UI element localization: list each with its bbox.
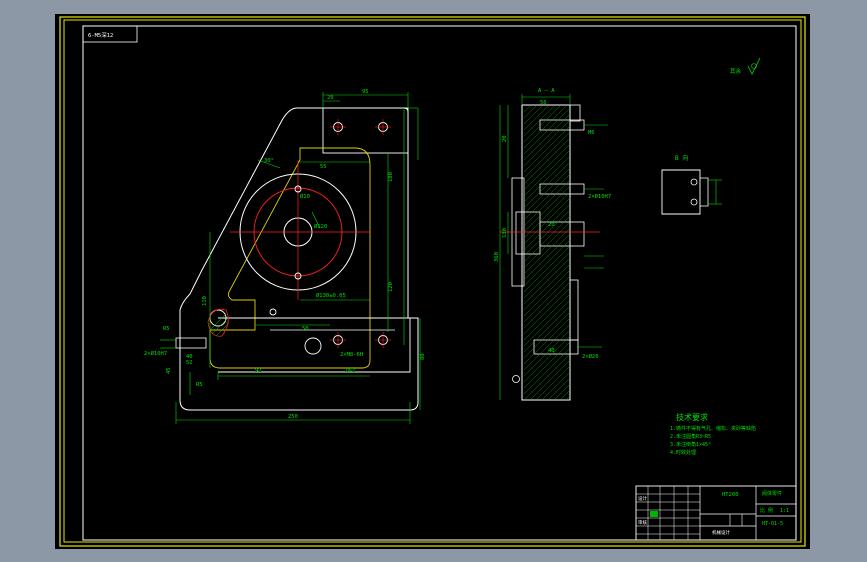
section-dim-text: A — A 56 360 20 130 M6 2×Ø10H7 2×Ø20 20 …	[494, 88, 611, 360]
svg-text:50: 50	[302, 326, 309, 332]
svg-text:92: 92	[255, 368, 262, 374]
svg-text:120: 120	[388, 282, 394, 292]
svg-text:R5: R5	[196, 382, 203, 388]
svg-text:130: 130	[502, 228, 508, 238]
svg-text:80: 80	[420, 353, 426, 360]
svg-text:Ø10: Ø10	[300, 193, 310, 200]
roughness-note: 其余	[730, 57, 761, 75]
outer-border	[59, 16, 806, 547]
section-hatch	[523, 105, 571, 400]
svg-text:比 例: 比 例	[760, 507, 773, 514]
tech-item-4: 4.时效处理	[670, 449, 696, 456]
section-bore	[515, 211, 541, 255]
svg-text:20: 20	[548, 222, 555, 228]
hole-bottom-large	[304, 337, 322, 355]
outer-border-inner	[63, 19, 802, 543]
svg-text:Ø130±0.05: Ø130±0.05	[316, 292, 346, 299]
drawing-frame	[82, 25, 797, 541]
svg-text:20: 20	[327, 95, 334, 101]
section-top-hole	[539, 119, 585, 131]
front-dim-text: 95 20 55 30° Ø10 Ø120 180 120 110 92 162…	[144, 89, 426, 420]
svg-text:2×Ø20: 2×Ø20	[582, 353, 599, 360]
front-view	[175, 107, 419, 411]
section-bottom-hole	[533, 339, 579, 355]
tech-item-2: 2.未注圆角R3~R5	[670, 433, 711, 440]
hole-small-a	[269, 308, 277, 316]
svg-text:360: 360	[494, 252, 500, 262]
svg-text:2×Ø10H7: 2×Ø10H7	[144, 350, 167, 357]
svg-text:审核: 审核	[638, 519, 647, 526]
section-through	[539, 221, 585, 247]
svg-text:55: 55	[320, 164, 327, 170]
svg-text:Ø120: Ø120	[314, 223, 327, 230]
svg-text:250: 250	[288, 414, 298, 420]
svg-text:30°: 30°	[264, 158, 274, 164]
svg-text:B 向: B 向	[675, 154, 688, 162]
svg-text:HT200: HT200	[722, 492, 739, 498]
svg-text:162: 162	[345, 368, 355, 374]
svg-text:设计: 设计	[638, 495, 647, 502]
svg-text:180: 180	[388, 172, 394, 182]
svg-text:20: 20	[502, 135, 508, 142]
svg-text:A — A: A — A	[538, 88, 555, 94]
svg-text:其余: 其余	[730, 67, 742, 75]
section-outline	[521, 104, 571, 401]
svg-text:2×M8-6H: 2×M8-6H	[340, 352, 363, 358]
svg-text:机械设计: 机械设计	[712, 529, 730, 536]
section-right-step	[569, 279, 579, 341]
section-datum-symbol	[512, 375, 520, 383]
tech-requirements: 技术要求 1.铸件不得有气孔、缩松、夹砂等缺陷 2.未注圆角R3~R5 3.未注…	[670, 412, 756, 456]
svg-text:阀体零件: 阀体零件	[762, 490, 782, 497]
corner-note: 6-M5深12	[88, 31, 113, 39]
svg-text:HT-01-5: HT-01-5	[762, 521, 783, 527]
cad-drawing: 6-M5深12 95 20 55 30° Ø10 Ø120 180 120 11…	[59, 16, 806, 547]
title-block: HT200 阀体零件 比 例 1:1 HT-01-5 设计 审核 机械设计	[635, 485, 797, 541]
svg-text:M6: M6	[588, 130, 595, 136]
front-dimensions	[160, 92, 421, 424]
cad-viewport[interactable]: 6-M5深12 95 20 55 30° Ø10 Ø120 180 120 11…	[0, 0, 867, 562]
svg-text:R5: R5	[163, 326, 170, 332]
svg-text:40: 40	[548, 348, 555, 354]
base-detail	[218, 317, 411, 373]
hidden-slot	[209, 147, 371, 369]
svg-text:110: 110	[202, 296, 208, 306]
svg-text:1:1: 1:1	[780, 508, 789, 514]
svg-text:95: 95	[362, 89, 369, 95]
svg-text:52: 52	[186, 360, 193, 366]
detail-view-b: B 向	[661, 154, 722, 215]
tech-item-3: 3.未注倒角1×45°	[670, 441, 711, 448]
tech-title: 技术要求	[676, 412, 708, 422]
svg-text:45: 45	[166, 367, 172, 374]
svg-text:56: 56	[540, 100, 547, 106]
section-top-step	[569, 104, 581, 122]
tech-item-1: 1.铸件不得有气孔、缩松、夹砂等缺陷	[670, 425, 756, 432]
svg-text:2×Ø10H7: 2×Ø10H7	[588, 193, 611, 200]
